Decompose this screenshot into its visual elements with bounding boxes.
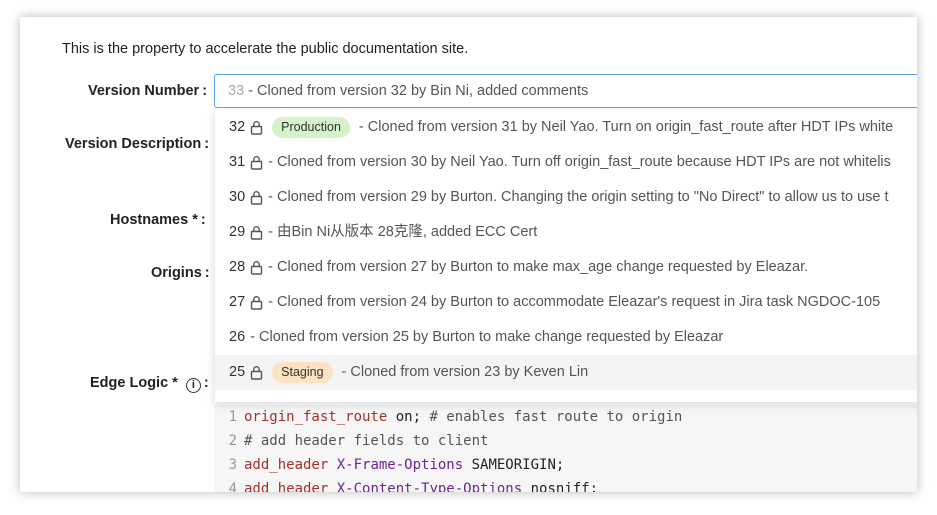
property-description-text: This is the property to accelerate the p… — [62, 41, 469, 57]
edge-logic-editor[interactable]: 1 origin_fast_route on; # enables fast r… — [214, 405, 917, 492]
version-description-label: Version Description: — [65, 136, 210, 152]
production-badge: Production — [272, 117, 350, 138]
staging-badge: Staging — [272, 362, 333, 383]
version-option-30[interactable]: 30 - Cloned from version 29 by Burton. C… — [215, 180, 917, 215]
lock-icon — [250, 156, 263, 170]
line-number: 1 — [228, 409, 237, 425]
origins-label: Origins: — [151, 265, 210, 281]
selected-version-number: 33 — [228, 83, 245, 99]
lock-icon — [250, 261, 263, 275]
code-line: 2 # add header fields to client — [214, 429, 917, 453]
lock-icon — [250, 226, 263, 240]
version-option-28[interactable]: 28 - Cloned from version 27 by Burton to… — [215, 250, 917, 285]
selected-version-text: Cloned from version 32 by Bin Ni, added … — [257, 83, 589, 99]
lock-icon — [250, 296, 263, 310]
line-number: 3 — [228, 457, 237, 473]
code-line: 1 origin_fast_route on; # enables fast r… — [214, 405, 917, 429]
version-number-select[interactable]: 33 - Cloned from version 32 by Bin Ni, a… — [214, 74, 917, 108]
line-number: 2 — [228, 433, 237, 449]
version-number-label: Version Number: — [88, 83, 208, 99]
version-option-32[interactable]: 32 Production - Cloned from version 31 b… — [215, 110, 917, 145]
version-option-31[interactable]: 31 - Cloned from version 30 by Neil Yao.… — [215, 145, 917, 180]
code-line: 4 add_header X-Content-Type-Options nosn… — [214, 477, 917, 492]
code-line: 3 add_header X-Frame-Options SAMEORIGIN; — [214, 453, 917, 477]
version-option-25[interactable]: 25 Staging - Cloned from version 23 by K… — [215, 355, 917, 390]
lock-icon — [250, 121, 263, 135]
version-option-26[interactable]: 26 - Cloned from version 25 by Burton to… — [215, 320, 917, 355]
version-option-27[interactable]: 27 - Cloned from version 24 by Burton to… — [215, 285, 917, 320]
lock-icon — [250, 191, 263, 205]
version-dropdown-menu: 32 Production - Cloned from version 31 b… — [214, 110, 917, 402]
version-option-29[interactable]: 29 - 由Bin Ni从版本 28克隆, added ECC Cert — [215, 215, 917, 250]
property-settings-panel: This is the property to accelerate the p… — [20, 17, 917, 492]
info-icon[interactable]: i — [185, 378, 201, 393]
lock-icon — [250, 366, 263, 380]
edge-logic-label: Edge Logic * i: — [90, 375, 209, 393]
line-number: 4 — [228, 481, 237, 492]
hostnames-label: Hostnames *: — [110, 212, 206, 228]
